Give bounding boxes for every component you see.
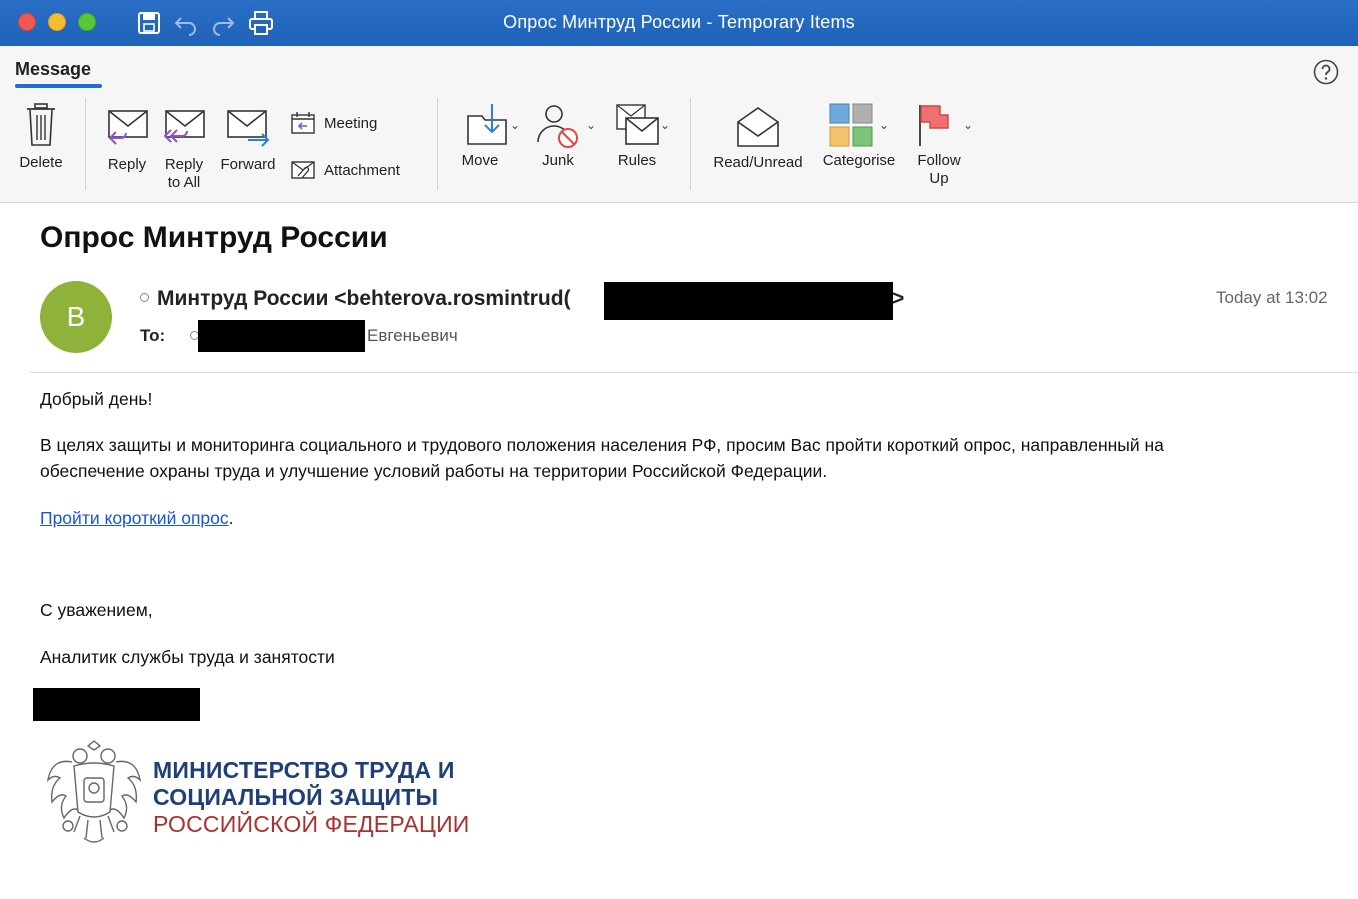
junk-icon — [537, 105, 578, 148]
avatar: B — [40, 281, 112, 353]
reply-all-icon — [163, 110, 205, 143]
follow-up-label-line2: Up — [929, 170, 949, 187]
message-subject: Опрос Минтруд России — [40, 221, 388, 254]
recipient-name[interactable]: Евгеньевич — [367, 326, 458, 346]
sender[interactable]: Минтруд России <behterova.rosmintrud( — [140, 287, 571, 311]
ribbon-separator — [85, 98, 86, 190]
presence-status-icon — [140, 292, 149, 302]
ribbon-separator — [690, 98, 691, 190]
redaction-block — [604, 282, 893, 320]
reply-button[interactable]: Reply — [100, 108, 154, 174]
reply-all-label-line2: to All — [167, 174, 201, 191]
follow-up-button[interactable]: Follow Up — [910, 102, 970, 188]
open-envelope-icon — [737, 107, 779, 147]
avatar-letter: B — [66, 301, 86, 332]
forward-icon — [227, 110, 270, 147]
reply-all-button[interactable]: Reply to All — [157, 108, 211, 192]
survey-link[interactable]: Пройти короткий опрос — [40, 508, 229, 528]
reply-all-label-line1: Reply — [164, 156, 204, 173]
help-icon[interactable] — [1312, 58, 1340, 86]
signature-title: Аналитик службы труда и занятости — [40, 647, 335, 667]
rules-dropdown-chevron-icon[interactable]: ⌄ — [660, 118, 670, 132]
delete-label: Delete — [19, 154, 63, 171]
junk-button[interactable]: Junk — [533, 102, 583, 170]
ministry-name-line-3: РОССИЙСКОЙ ФЕДЕРАЦИИ — [153, 811, 470, 837]
categorise-label: Categorise — [822, 152, 896, 169]
categorise-button[interactable]: Categorise — [814, 102, 904, 170]
categories-icon — [829, 103, 873, 147]
forward-label: Forward — [220, 156, 276, 173]
trash-icon — [27, 103, 55, 146]
calendar-reply-icon — [291, 112, 315, 134]
body-link-line: Пройти короткий опрос. — [40, 505, 234, 531]
forward-button[interactable]: Forward — [215, 108, 281, 174]
tab-message[interactable]: Message — [15, 59, 91, 80]
categorise-dropdown-chevron-icon[interactable]: ⌄ — [879, 118, 889, 132]
body-paragraph-line-1: В целях защиты и мониторинга социального… — [40, 435, 1164, 455]
attachment-icon — [291, 161, 315, 179]
move-label: Move — [461, 152, 499, 169]
ministry-name-line-2: СОЦИАЛЬНОЙ ЗАЩИТЫ — [153, 784, 439, 810]
coat-of-arms-icon — [46, 740, 142, 843]
attachment-button[interactable]: Attachment — [290, 159, 400, 181]
attachment-label: Attachment — [324, 161, 400, 179]
header-divider — [30, 372, 1358, 373]
body-closing: С уважением, — [40, 600, 153, 620]
junk-label: Junk — [542, 152, 574, 169]
meeting-button[interactable]: Meeting — [290, 111, 377, 135]
to-label: To: — [140, 326, 166, 345]
meeting-label: Meeting — [324, 114, 378, 132]
ribbon-toolbar: Message Delete Reply Reply to All Forwar… — [0, 46, 1358, 203]
rules-icon — [616, 104, 659, 145]
move-button[interactable]: Move — [455, 102, 521, 170]
body-greeting: Добрый день! — [40, 389, 153, 409]
ministry-name-line-1: МИНИСТЕРСТВО ТРУДА И — [153, 757, 455, 783]
follow-up-dropdown-chevron-icon[interactable]: ⌄ — [963, 118, 973, 132]
ribbon-separator — [437, 98, 438, 190]
active-tab-indicator — [15, 84, 102, 88]
link-suffix: . — [228, 508, 234, 528]
delete-button[interactable]: Delete — [12, 102, 70, 172]
move-dropdown-chevron-icon[interactable]: ⌄ — [510, 118, 520, 132]
reply-label: Reply — [107, 156, 147, 173]
rules-button[interactable]: Rules — [606, 102, 670, 170]
read-unread-label: Read/Unread — [713, 154, 803, 171]
sender-address-suffix: > — [892, 287, 905, 310]
rules-label: Rules — [617, 152, 657, 169]
sender-address: Минтруд России <behterova.rosmintrud( — [157, 287, 571, 310]
redaction-block — [33, 688, 200, 721]
window-title: Опрос Минтруд России - Temporary Items — [503, 12, 855, 32]
reply-icon — [108, 110, 148, 145]
flag-icon — [919, 105, 949, 146]
follow-up-label-line1: Follow — [917, 152, 961, 169]
move-folder-icon — [467, 104, 507, 145]
body-paragraph-line-2: обеспечение охраны труда и улучшение усл… — [40, 461, 828, 481]
title-bar: Опрос Минтруд России - Temporary Items — [0, 0, 1358, 46]
received-time: Today at 13:02 — [1216, 288, 1328, 307]
redaction-block — [198, 320, 365, 352]
read-unread-button[interactable]: Read/Unread — [706, 104, 810, 172]
junk-dropdown-chevron-icon[interactable]: ⌄ — [586, 118, 596, 132]
